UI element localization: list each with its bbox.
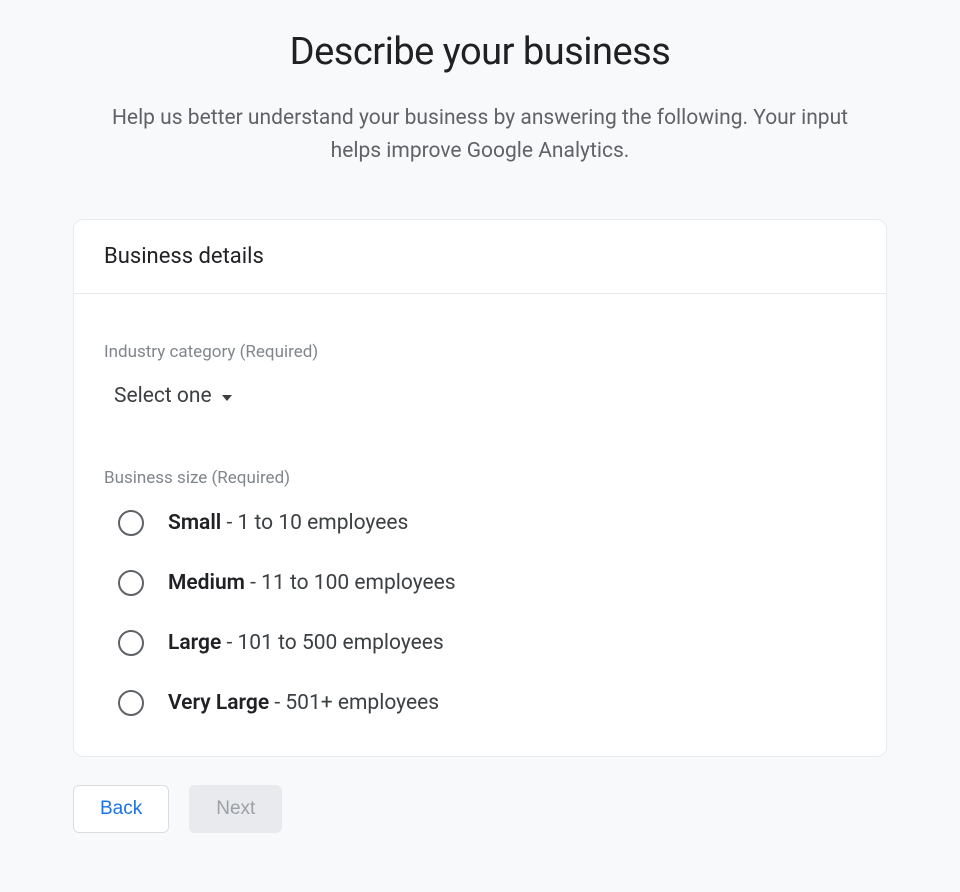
radio-option-small[interactable]: Small - 1 to 10 employees — [118, 510, 856, 536]
radio-option-medium[interactable]: Medium - 11 to 100 employees — [118, 570, 856, 596]
radio-option-large[interactable]: Large - 101 to 500 employees — [118, 630, 856, 656]
radio-icon — [118, 570, 144, 596]
next-button[interactable]: Next — [189, 785, 282, 833]
business-size-radio-group: Small - 1 to 10 employees Medium - 11 to… — [118, 510, 856, 716]
radio-label: Large - 101 to 500 employees — [168, 631, 444, 655]
radio-option-very-large[interactable]: Very Large - 501+ employees — [118, 690, 856, 716]
industry-label: Industry category (Required) — [104, 342, 856, 362]
caret-down-icon — [222, 395, 232, 401]
radio-icon — [118, 510, 144, 536]
page-title: Describe your business — [73, 30, 887, 74]
industry-selected: Select one — [114, 384, 212, 408]
button-row: Back Next — [73, 785, 887, 833]
card-title: Business details — [104, 244, 856, 269]
back-button[interactable]: Back — [73, 785, 169, 833]
page-subtitle: Help us better understand your business … — [105, 102, 855, 167]
radio-icon — [118, 690, 144, 716]
radio-label: Very Large - 501+ employees — [168, 691, 439, 715]
radio-label: Small - 1 to 10 employees — [168, 511, 408, 535]
radio-label: Medium - 11 to 100 employees — [168, 571, 456, 595]
industry-dropdown[interactable]: Select one — [114, 380, 232, 412]
business-size-label: Business size (Required) — [104, 468, 856, 488]
card-header: Business details — [74, 220, 886, 294]
radio-icon — [118, 630, 144, 656]
card-body: Industry category (Required) Select one … — [74, 294, 886, 756]
business-details-card: Business details Industry category (Requ… — [73, 219, 887, 757]
